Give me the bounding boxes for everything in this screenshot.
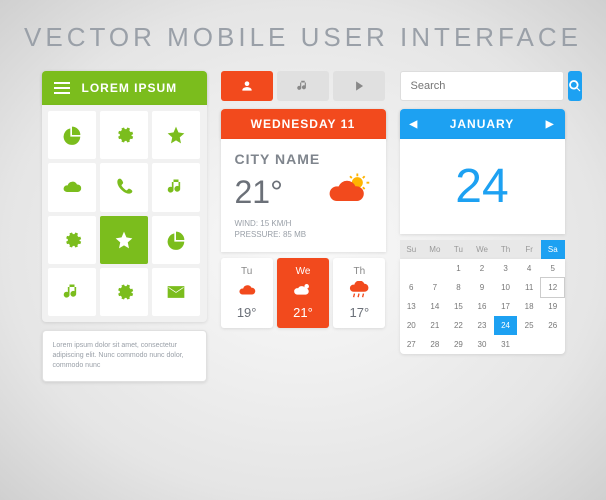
dow-Th: Th [494,240,518,259]
cal-day[interactable]: 10 [494,278,518,297]
calendar-panel: ◀ JANUARY ▶ 24 SuMoTuWeThFrSa 1234567891… [400,71,565,382]
day-of-week-row: SuMoTuWeThFrSa [400,240,565,259]
dow-Tu: Tu [447,240,471,259]
forecast-We[interactable]: We21° [277,258,329,328]
cal-day[interactable]: 16 [470,297,494,316]
cal-day[interactable]: 14 [423,297,447,316]
forecast-row: Tu19°We21°Th17° [221,258,386,328]
calendar-grid: 1234567891011121314151617181920212223242… [400,259,565,354]
cal-day[interactable]: 5 [541,259,565,278]
forecast-Tu[interactable]: Tu19° [221,258,273,328]
toolbar [221,71,386,101]
cal-day[interactable]: 2 [470,259,494,278]
cal-day[interactable]: 11 [517,278,541,297]
cal-day[interactable]: 26 [541,316,565,335]
dow-We: We [470,240,494,259]
cal-day[interactable]: 15 [447,297,471,316]
calendar-header: ◀ JANUARY ▶ [400,109,565,139]
cal-day[interactable]: 19 [541,297,565,316]
cal-day[interactable]: 25 [517,316,541,335]
menu-header[interactable]: LOREM IPSUM [42,71,207,105]
cal-day[interactable]: 7 [423,278,447,297]
dow-Sa: Sa [541,240,565,259]
icon-grid [42,105,207,322]
cal-day [517,335,541,354]
cal-day[interactable]: 31 [494,335,518,354]
cal-day[interactable]: 18 [517,297,541,316]
cal-day[interactable]: 8 [447,278,471,297]
grid-gear-icon[interactable] [100,111,148,159]
grid-gear-icon[interactable] [48,216,96,264]
cal-day[interactable]: 29 [447,335,471,354]
grid-music-icon[interactable] [152,163,200,211]
cal-day[interactable]: 17 [494,297,518,316]
grid-phone-icon[interactable] [100,163,148,211]
dow-Mo: Mo [423,240,447,259]
weather-date: WEDNESDAY 11 [221,109,386,139]
grid-music-icon[interactable] [48,268,96,316]
city-name: CITY NAME [235,151,372,167]
cal-day [400,259,424,278]
page-title: VECTOR MOBILE USER INTERFACE [0,0,606,71]
cal-day[interactable]: 12 [541,278,565,297]
cal-day[interactable]: 1 [447,259,471,278]
grid-pie-chart-icon[interactable] [152,216,200,264]
weather-details: WIND: 15 KM/H PRESSURE: 85 MB [235,218,372,240]
cal-day[interactable]: 30 [470,335,494,354]
cal-day [423,259,447,278]
grid-pie-chart-icon[interactable] [48,111,96,159]
grid-star-icon[interactable] [152,111,200,159]
cal-day [541,335,565,354]
cal-day[interactable]: 28 [423,335,447,354]
cal-day[interactable]: 20 [400,316,424,335]
cal-day[interactable]: 24 [494,316,518,335]
next-month[interactable]: ▶ [546,119,555,130]
cal-day[interactable]: 6 [400,278,424,297]
cal-day[interactable]: 21 [423,316,447,335]
search-input[interactable] [400,71,564,101]
toolbar-play-button[interactable] [333,71,385,101]
cal-day[interactable]: 13 [400,297,424,316]
menu-header-label: LOREM IPSUM [82,81,178,95]
cal-day[interactable]: 4 [517,259,541,278]
cal-day[interactable]: 27 [400,335,424,354]
weather-panel: WEDNESDAY 11 CITY NAME 21° WIND: 15 KM/H… [221,71,386,382]
grid-mail-icon[interactable] [152,268,200,316]
lorem-text: Lorem ipsum dolor sit amet, consectetur … [42,330,207,381]
month-label: JANUARY [450,117,515,131]
forecast-Th[interactable]: Th17° [333,258,385,328]
selected-day-large: 24 [400,139,565,234]
weather-icon [328,173,372,212]
cal-day[interactable]: 23 [470,316,494,335]
prev-month[interactable]: ◀ [410,119,419,130]
search-button[interactable] [568,71,582,101]
toolbar-music-button[interactable] [277,71,329,101]
cal-day[interactable]: 3 [494,259,518,278]
grid-gear-icon[interactable] [100,268,148,316]
hamburger-icon[interactable] [54,82,70,94]
grid-cloud-icon[interactable] [48,163,96,211]
current-temp: 21° [235,174,283,211]
cal-day[interactable]: 9 [470,278,494,297]
dow-Fr: Fr [517,240,541,259]
cal-day[interactable]: 22 [447,316,471,335]
dow-Su: Su [400,240,424,259]
toolbar-user-button[interactable] [221,71,273,101]
grid-star-icon[interactable] [100,216,148,264]
weather-main: CITY NAME 21° WIND: 15 KM/H PRESSURE: 85… [221,139,386,252]
menu-panel: LOREM IPSUM Lorem ipsum dolor sit amet, … [42,71,207,382]
